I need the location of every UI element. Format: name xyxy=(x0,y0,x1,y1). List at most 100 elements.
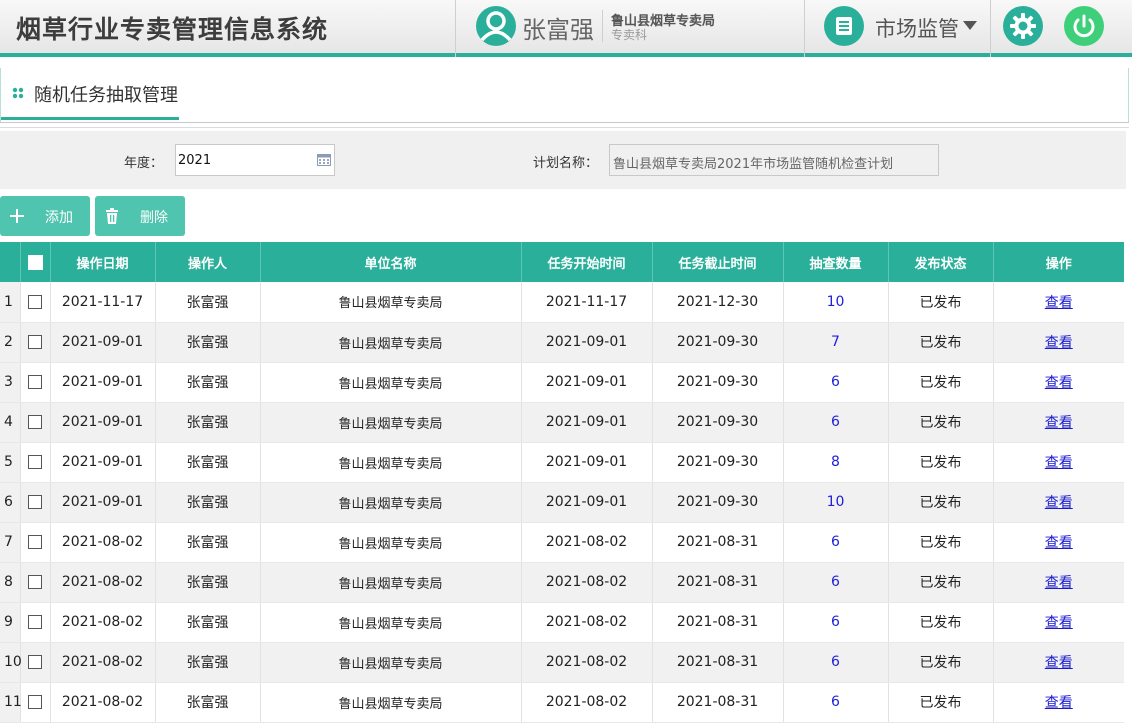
column-header[interactable]: 任务截止时间 xyxy=(651,242,783,282)
operation-cell: 查看 xyxy=(992,362,1124,403)
row-checkbox-cell[interactable] xyxy=(19,522,50,563)
view-link[interactable]: 查看 xyxy=(1045,495,1073,511)
publish-status-cell: 已发布 xyxy=(887,322,993,363)
user-avatar-icon[interactable] xyxy=(476,6,516,46)
row-checkbox-cell[interactable] xyxy=(19,602,50,643)
user-name: 张富强 xyxy=(522,16,594,44)
logout-button[interactable] xyxy=(1064,6,1104,46)
view-link[interactable]: 查看 xyxy=(1045,295,1073,311)
delete-button[interactable]: 删除 xyxy=(95,196,185,236)
table-row[interactable]: 2 2021-09-01 张富强 鲁山县烟草专卖局 2021-09-01 2021-09-… xyxy=(0,322,1124,363)
table-row[interactable]: 3 2021-09-01 张富强 鲁山县烟草专卖局 2021-09-01 2021-09-… xyxy=(0,362,1124,403)
unit-name-cell: 鲁山县烟草专卖局 xyxy=(259,442,521,483)
check-quantity-cell: 6 xyxy=(782,602,888,643)
plan-name-field[interactable]: 鲁山县烟草专卖局2021年市场监管随机检查计划 xyxy=(609,144,939,176)
row-checkbox-cell[interactable] xyxy=(19,682,50,723)
task-end-cell: 2021-09-30 xyxy=(651,402,783,443)
publish-status-cell: 已发布 xyxy=(887,602,993,643)
view-link[interactable]: 查看 xyxy=(1045,695,1073,711)
view-link[interactable]: 查看 xyxy=(1045,455,1073,471)
table-row[interactable]: 6 2021-09-01 张富强 鲁山县烟草专卖局 2021-09-01 2021-09-… xyxy=(0,482,1124,523)
table-row[interactable]: 5 2021-09-01 张富强 鲁山县烟草专卖局 2021-09-01 2021-09-… xyxy=(0,442,1124,483)
page-title: 随机任务抽取管理 xyxy=(34,85,178,106)
column-header[interactable]: 抽查数量 xyxy=(782,242,888,282)
row-checkbox[interactable] xyxy=(28,455,42,469)
check-quantity-cell: 7 xyxy=(782,322,888,363)
view-link[interactable]: 查看 xyxy=(1045,375,1073,391)
row-checkbox-cell[interactable] xyxy=(19,362,50,403)
row-checkbox-cell[interactable] xyxy=(19,282,50,323)
unit-name-cell: 鲁山县烟草专卖局 xyxy=(259,682,521,723)
row-checkbox[interactable] xyxy=(28,495,42,509)
unit-name-cell: 鲁山县烟草专卖局 xyxy=(259,282,521,323)
module-selector[interactable]: 市场监管 xyxy=(875,13,959,43)
row-checkbox[interactable] xyxy=(28,415,42,429)
view-link[interactable]: 查看 xyxy=(1045,535,1073,551)
table-row[interactable]: 7 2021-08-02 张富强 鲁山县烟草专卖局 2021-08-02 2021-08-… xyxy=(0,522,1124,563)
operation-date-cell: 2021-08-02 xyxy=(49,642,155,683)
column-header[interactable]: 任务开始时间 xyxy=(520,242,652,282)
table-row[interactable]: 11 2021-08-02 张富强 鲁山县烟草专卖局 2021-08-02 2021-08… xyxy=(0,682,1124,723)
check-quantity-cell: 10 xyxy=(782,282,888,323)
view-link[interactable]: 查看 xyxy=(1045,415,1073,431)
row-checkbox[interactable] xyxy=(28,335,42,349)
app-header: 烟草行业专卖管理信息系统 张富强 鲁山县烟草专卖局 专卖科 市场监管 xyxy=(0,0,1132,57)
view-link[interactable]: 查看 xyxy=(1045,615,1073,631)
chevron-down-icon[interactable] xyxy=(963,21,977,30)
select-all-checkbox[interactable] xyxy=(27,254,43,270)
task-start-cell: 2021-09-01 xyxy=(520,482,652,523)
row-checkbox-cell[interactable] xyxy=(19,642,50,683)
column-header[interactable]: 操作日期 xyxy=(49,242,155,282)
table-row[interactable]: 4 2021-09-01 张富强 鲁山县烟草专卖局 2021-09-01 2021-09-… xyxy=(0,402,1124,443)
calendar-icon[interactable] xyxy=(317,153,331,166)
operation-date-cell: 2021-08-02 xyxy=(49,522,155,563)
operation-date-cell: 2021-09-01 xyxy=(49,362,155,403)
table-row[interactable]: 10 2021-08-02 张富强 鲁山县烟草专卖局 2021-08-02 2021-08… xyxy=(0,642,1124,683)
row-checkbox-cell[interactable] xyxy=(19,442,50,483)
module-list-icon[interactable] xyxy=(824,6,864,46)
select-all-cell[interactable] xyxy=(19,242,50,282)
operator-cell: 张富强 xyxy=(154,362,260,403)
row-checkbox-cell[interactable] xyxy=(19,322,50,363)
column-header[interactable]: 发布状态 xyxy=(887,242,993,282)
task-start-cell: 2021-09-01 xyxy=(520,322,652,363)
task-end-cell: 2021-08-31 xyxy=(651,522,783,563)
tab-task-extraction[interactable]: 随机任务抽取管理 xyxy=(1,68,179,120)
row-checkbox-cell[interactable] xyxy=(19,482,50,523)
trash-icon xyxy=(106,208,118,224)
settings-button[interactable] xyxy=(1003,6,1043,46)
table-row[interactable]: 9 2021-08-02 张富强 鲁山县烟草专卖局 2021-08-02 2021-08-… xyxy=(0,602,1124,643)
view-link[interactable]: 查看 xyxy=(1045,655,1073,671)
row-checkbox[interactable] xyxy=(28,575,42,589)
publish-status-cell: 已发布 xyxy=(887,402,993,443)
row-checkbox-cell[interactable] xyxy=(19,402,50,443)
year-field[interactable]: 2021 xyxy=(175,144,335,176)
publish-status-cell: 已发布 xyxy=(887,642,993,683)
operation-cell: 查看 xyxy=(992,282,1124,323)
row-checkbox[interactable] xyxy=(28,695,42,709)
row-checkbox-cell[interactable] xyxy=(19,562,50,603)
row-number: 5 xyxy=(0,442,20,483)
view-link[interactable]: 查看 xyxy=(1045,575,1073,591)
table-row[interactable]: 1 2021-11-17 张富强 鲁山县烟草专卖局 2021-11-17 2021-12-… xyxy=(0,282,1124,323)
row-checkbox[interactable] xyxy=(28,655,42,669)
row-checkbox[interactable] xyxy=(28,535,42,549)
task-start-cell: 2021-08-02 xyxy=(520,682,652,723)
plan-name-value: 鲁山县烟草专卖局2021年市场监管随机检查计划 xyxy=(613,157,894,172)
add-button[interactable]: 添加 xyxy=(0,196,90,236)
operator-cell: 张富强 xyxy=(154,322,260,363)
row-number: 6 xyxy=(0,482,20,523)
check-quantity-cell: 8 xyxy=(782,442,888,483)
row-checkbox[interactable] xyxy=(28,375,42,389)
column-header[interactable]: 单位名称 xyxy=(259,242,521,282)
row-checkbox[interactable] xyxy=(28,615,42,629)
table-row[interactable]: 8 2021-08-02 张富强 鲁山县烟草专卖局 2021-08-02 2021-08-… xyxy=(0,562,1124,603)
row-number: 3 xyxy=(0,362,20,403)
view-link[interactable]: 查看 xyxy=(1045,335,1073,351)
check-quantity-cell: 6 xyxy=(782,562,888,603)
column-header[interactable]: 操作 xyxy=(992,242,1124,282)
row-number: 11 xyxy=(0,682,22,723)
row-checkbox[interactable] xyxy=(28,294,42,309)
column-header[interactable]: 操作人 xyxy=(154,242,260,282)
unit-name-cell: 鲁山县烟草专卖局 xyxy=(259,402,521,443)
